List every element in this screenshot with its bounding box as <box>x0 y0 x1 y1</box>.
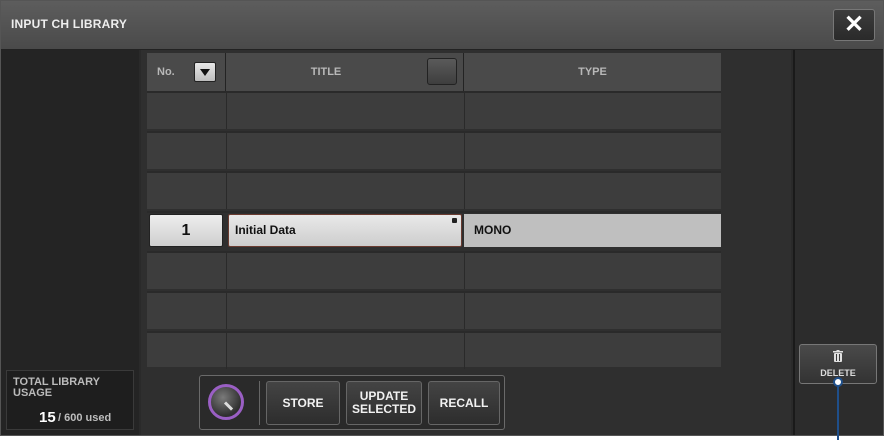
row-title: Initial Data <box>235 223 296 237</box>
row-title <box>226 333 464 369</box>
row-no <box>147 133 225 169</box>
row-title-field[interactable]: Initial Data <box>228 214 462 247</box>
update-label-line2: SELECTED <box>351 402 416 416</box>
row-no <box>147 293 225 329</box>
library-usage-panel: TOTAL LIBRARY USAGE 15 / 600 used <box>6 370 134 430</box>
row-title <box>226 93 464 129</box>
usage-total: / 600 used <box>58 412 112 424</box>
column-header-type[interactable]: TYPE <box>464 53 721 91</box>
knob-control[interactable] <box>204 382 254 424</box>
update-label-line1: UPDATE <box>359 389 409 403</box>
recall-button[interactable]: RECALL <box>428 381 500 425</box>
row-no <box>147 253 225 289</box>
action-bar: STORE UPDATE SELECTED RECALL <box>199 375 505 430</box>
table-row[interactable] <box>147 131 721 169</box>
usage-label: TOTAL LIBRARY USAGE <box>13 376 100 399</box>
row-no <box>147 333 225 369</box>
table-row[interactable] <box>147 251 721 289</box>
row-no <box>147 93 225 129</box>
row-type <box>464 253 722 289</box>
column-header-no: No. <box>157 66 175 78</box>
usage-count: 15 <box>39 409 56 426</box>
close-button[interactable]: ✕ <box>833 9 875 41</box>
row-no[interactable]: 1 <box>149 214 223 247</box>
sort-dropdown-button[interactable] <box>194 62 216 82</box>
trash-icon <box>833 350 843 362</box>
table-row[interactable] <box>147 291 721 329</box>
table-row-selected[interactable]: 1 Initial Data MONO <box>147 211 721 249</box>
table-row[interactable] <box>147 331 722 369</box>
divider <box>259 381 260 425</box>
row-title <box>226 253 464 289</box>
row-title <box>226 173 464 209</box>
row-type <box>464 293 722 329</box>
table-header: No. TITLE TYPE <box>147 53 721 91</box>
row-type <box>464 333 722 369</box>
row-type <box>464 93 722 129</box>
update-selected-button[interactable]: UPDATE SELECTED <box>346 381 422 425</box>
rotary-knob-icon[interactable] <box>208 384 244 420</box>
edit-indicator-icon <box>452 218 457 223</box>
column-header-title[interactable]: TITLE <box>226 53 426 91</box>
callout-line <box>837 381 839 440</box>
row-title <box>226 133 464 169</box>
window-title: INPUT CH LIBRARY <box>11 17 128 31</box>
table-row[interactable] <box>147 91 721 129</box>
table-row[interactable] <box>147 171 721 209</box>
callout-marker <box>833 377 843 387</box>
row-type <box>464 133 722 169</box>
title-bar: INPUT CH LIBRARY ✕ <box>1 1 883 50</box>
store-button[interactable]: STORE <box>266 381 340 425</box>
title-sort-toggle[interactable] <box>427 58 457 85</box>
row-title <box>226 293 464 329</box>
row-type: MONO <box>464 214 721 247</box>
row-type <box>464 173 722 209</box>
row-no <box>147 173 225 209</box>
